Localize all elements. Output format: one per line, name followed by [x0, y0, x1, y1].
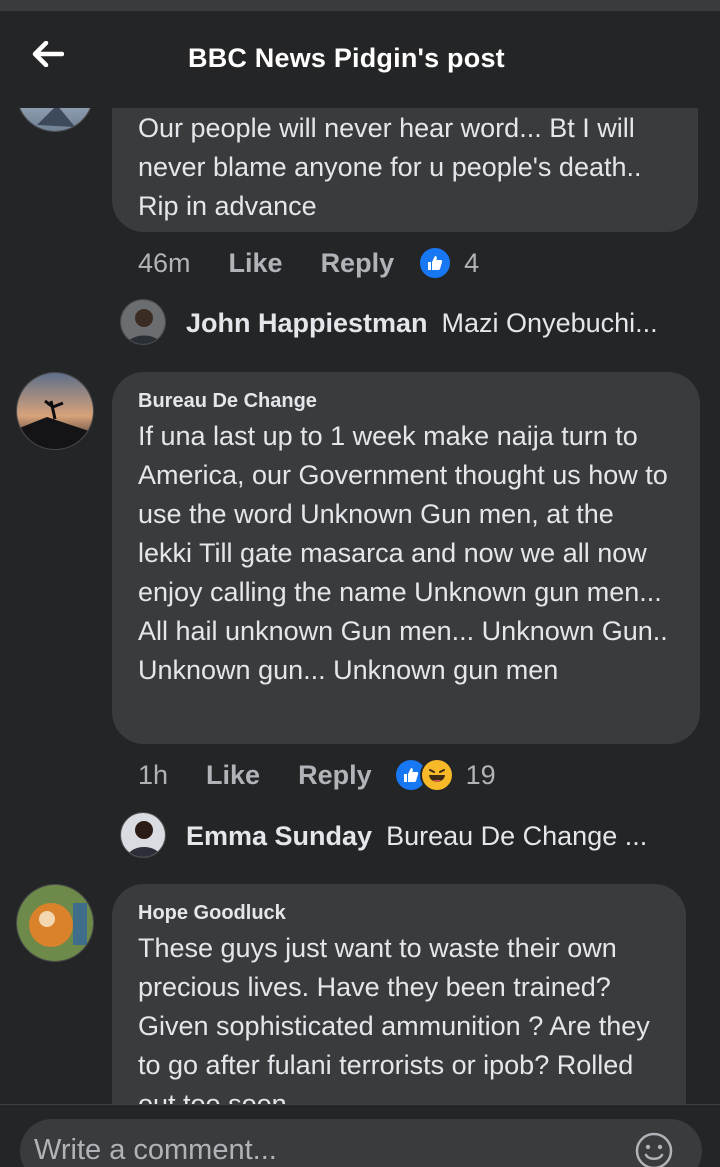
avatar[interactable]: [16, 108, 94, 132]
comment-author[interactable]: Hope Goodluck: [138, 902, 660, 925]
avatar[interactable]: [16, 884, 94, 962]
reaction-count: 19: [465, 759, 496, 790]
avatar[interactable]: [16, 372, 94, 450]
comment-text: Our people will never hear word... Bt I …: [138, 113, 642, 221]
post-header: BBC News Pidgin's post: [0, 11, 720, 108]
comment-time: 1h: [138, 759, 169, 790]
comment-author[interactable]: Bureau De Change: [138, 390, 674, 413]
reply-snippet: Mazi Onyebuchi...: [441, 308, 658, 338]
reaction-count: 4: [464, 247, 480, 278]
comment-time: 46m: [138, 247, 191, 278]
comment-bubble[interactable]: Our people will never hear word... Bt I …: [112, 108, 698, 232]
like-button[interactable]: Like: [229, 248, 283, 279]
emoji-button[interactable]: [634, 1131, 674, 1167]
reply-button[interactable]: Reply: [298, 760, 372, 791]
reply-preview[interactable]: Emma Sunday Bureau De Change ...: [186, 821, 647, 852]
reply-button[interactable]: Reply: [321, 248, 395, 279]
comment-actions: 1h Like Reply 19: [138, 758, 496, 792]
comment-text: These guys just want to waste their own …: [138, 933, 650, 1104]
comment-bubble[interactable]: Bureau De Change If una last up to 1 wee…: [112, 372, 700, 744]
haha-reaction-icon: [419, 758, 454, 792]
smiley-icon: [635, 1132, 673, 1167]
reply-author[interactable]: Emma Sunday: [186, 821, 372, 852]
reply-preview[interactable]: John Happiestman Mazi Onyebuchi...: [186, 308, 658, 339]
comment-text: If una last up to 1 week make naija turn…: [138, 421, 668, 685]
like-button[interactable]: Like: [206, 760, 260, 791]
like-reaction-icon: [418, 246, 453, 280]
reply-avatar[interactable]: [120, 812, 166, 858]
page-title: BBC News Pidgin's post: [188, 43, 505, 73]
reaction-summary[interactable]: 4: [418, 246, 479, 280]
reply-author[interactable]: John Happiestman: [186, 308, 428, 339]
status-strip: [0, 0, 720, 11]
back-button[interactable]: [28, 39, 68, 69]
comment-composer-bar: [0, 1104, 720, 1167]
comment-composer[interactable]: [20, 1119, 702, 1167]
reply-snippet: Bureau De Change ...: [386, 821, 648, 851]
comment-actions: 46m Like Reply 4: [138, 246, 479, 280]
comment-bubble[interactable]: Hope Goodluck These guys just want to wa…: [112, 884, 686, 1104]
reaction-summary[interactable]: 19: [393, 758, 496, 792]
comment-input[interactable]: [34, 1129, 624, 1167]
arrow-left-icon: [32, 41, 64, 67]
comments-feed[interactable]: Our people will never hear word... Bt I …: [0, 108, 720, 1104]
reply-avatar[interactable]: [120, 299, 166, 345]
